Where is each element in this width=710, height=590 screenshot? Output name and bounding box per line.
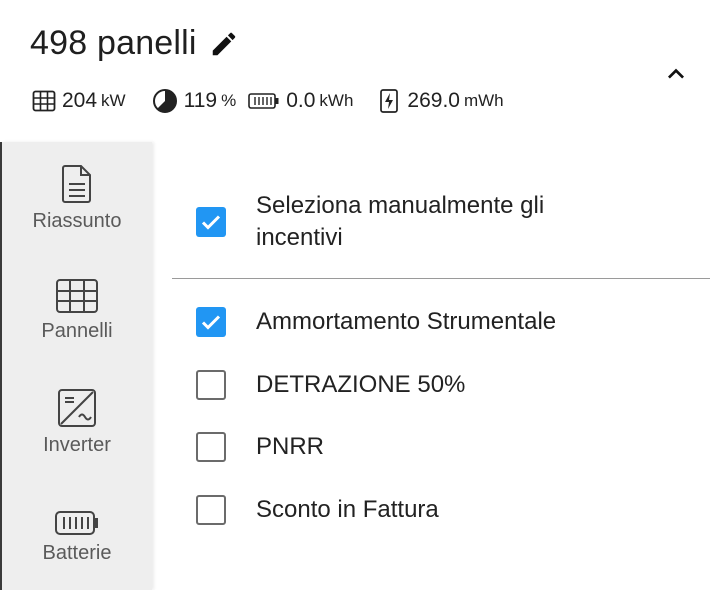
manual-select-label: Seleziona manualmente gli incentivi [256,192,545,251]
sidebar-item-label: Riassunto [32,210,122,232]
power-unit: kW [101,91,126,110]
manual-select-option[interactable]: Seleziona manualmente gli incentivi [196,190,636,254]
sidebar-nav: Riassunto Pannelli Inverter Batterie [2,142,152,590]
manual-select-checkbox[interactable] [196,207,226,237]
edit-pencil-icon[interactable] [209,29,239,59]
battery-icon [55,511,98,535]
sidebar-item-inverter[interactable]: Inverter [2,388,152,457]
page-title: 498 panelli [30,24,197,62]
incentive-option[interactable]: Sconto in Fattura [196,494,439,526]
sidebar-item-pannelli[interactable]: Pannelli [2,278,152,343]
energy-value: 269.0 [407,89,460,112]
coverage-value: 119 [183,89,218,112]
sidebar-item-label: Inverter [43,434,111,456]
battery-icon [248,93,279,109]
battery-value: 0.0 [286,89,316,112]
battery-stat: 0.0 kWh [248,89,353,113]
sidebar-item-batterie[interactable]: Batterie [2,510,152,565]
incentive-checkbox[interactable] [196,432,226,462]
incentive-checkbox[interactable] [196,307,226,337]
incentive-label: Ammortamento Strumentale [256,308,557,335]
title-row: 498 panelli [30,24,239,63]
panel-summary-header: 498 panelli 204 kW 119 % 0.0 kWh 269.0 m… [0,0,710,142]
energy-stat: 269.0 mWh [377,88,504,114]
battery-unit: kWh [319,91,354,110]
document-icon [62,165,91,203]
coverage-stat: 119 % [152,88,237,114]
collapse-button[interactable] [660,58,692,90]
incentive-label: PNRR [256,433,325,460]
incentive-option[interactable]: PNRR [196,431,324,463]
incentive-option[interactable]: Ammortamento Strumentale [196,306,556,338]
incentive-checkbox[interactable] [196,370,226,400]
sidebar-item-label: Pannelli [41,320,113,342]
incentive-checkbox[interactable] [196,495,226,525]
power-stat: 204 kW [32,89,126,113]
sidebar-item-label: Batterie [42,542,112,564]
checkmark-icon [201,315,221,330]
inverter-icon [58,389,96,427]
checkmark-icon [201,215,221,230]
section-divider [172,278,710,279]
charge-bolt-icon [380,89,399,113]
incentive-label: DETRAZIONE 50% [256,371,466,398]
grid-icon [56,279,98,313]
sidebar-item-riassunto[interactable]: Riassunto [2,164,152,233]
chevron-up-icon [668,68,684,79]
coverage-unit: % [221,91,237,110]
energy-unit: mWh [463,91,504,110]
panel-grid-icon [32,90,56,112]
incentive-label: Sconto in Fattura [256,496,439,523]
stats-row: 204 kW 119 % 0.0 kWh 269.0 mWh [32,88,520,114]
pie-coverage-icon [152,89,177,113]
power-value: 204 [62,89,98,112]
incentives-panel: Seleziona manualmente gli incentivi Ammo… [152,142,710,590]
incentive-option[interactable]: DETRAZIONE 50% [196,369,465,401]
